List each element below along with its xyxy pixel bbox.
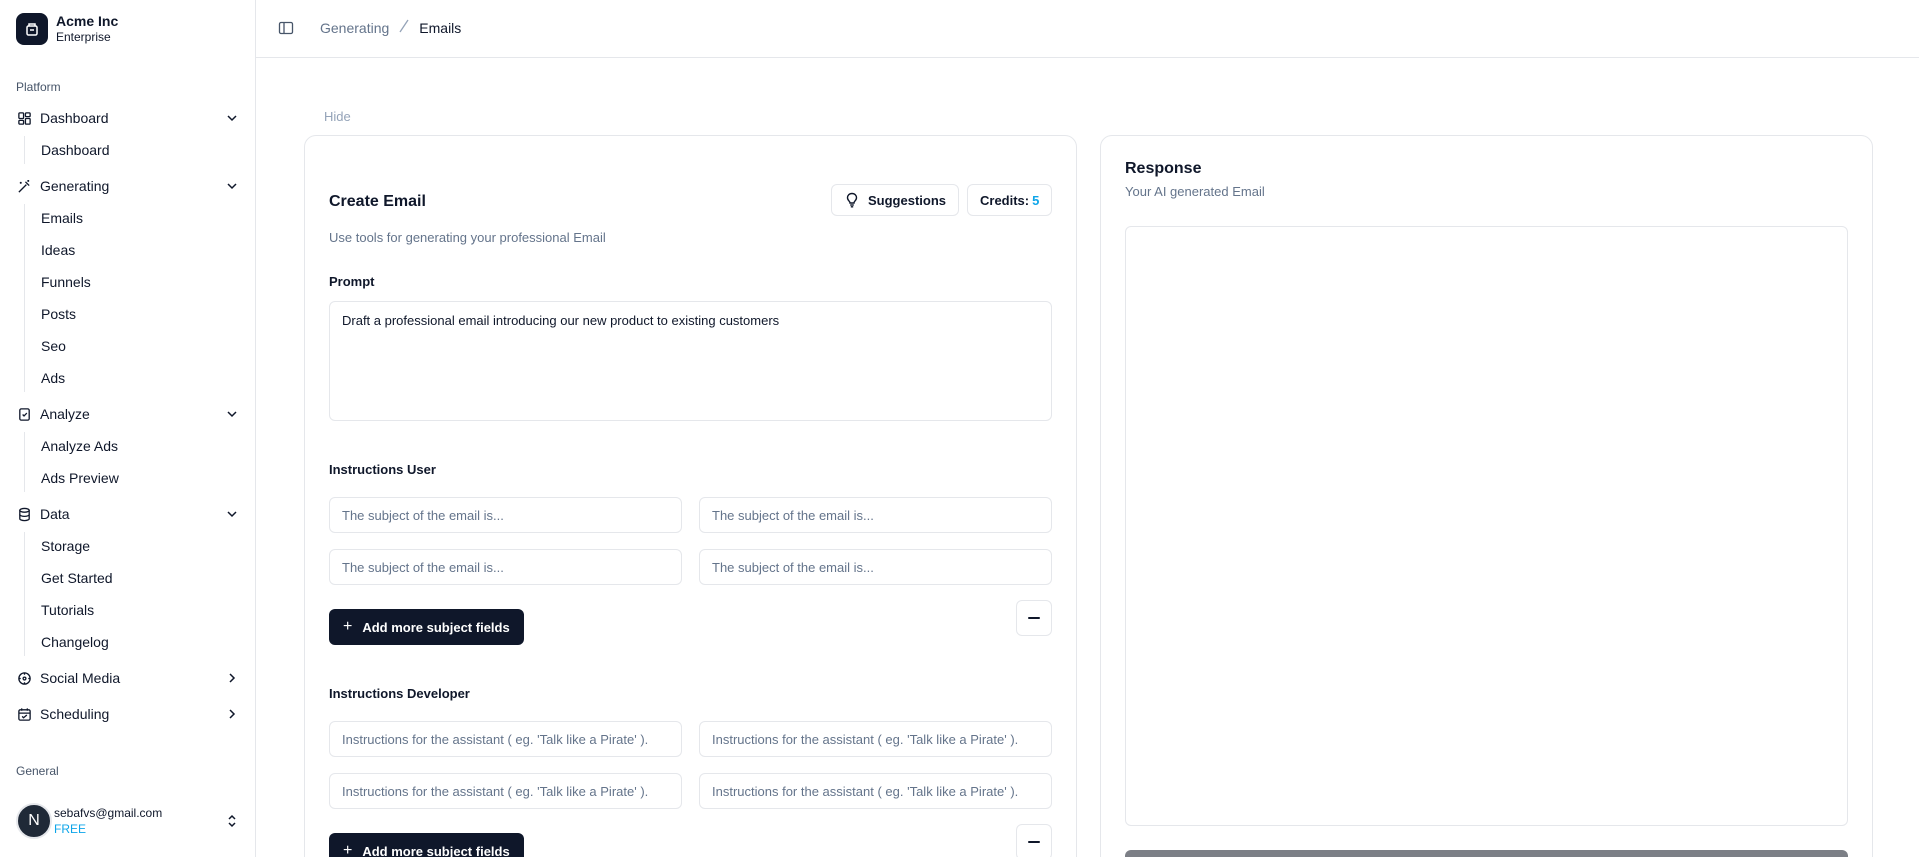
submenu-rail: [24, 532, 25, 656]
subject-input[interactable]: The subject of the email is...: [699, 549, 1052, 585]
sidebar-item-dashboard[interactable]: Dashboard: [41, 140, 110, 160]
remove-subject-fields-button[interactable]: [1016, 600, 1052, 636]
sidebar-item-funnels[interactable]: Funnels: [41, 272, 91, 292]
sidebar-item-posts[interactable]: Posts: [41, 304, 76, 324]
sidebar-item-emails[interactable]: Emails: [41, 208, 83, 228]
user-plan-badge: FREE: [54, 822, 87, 836]
hide-toggle[interactable]: Hide: [324, 109, 351, 124]
magic-wand-icon: [16, 178, 32, 194]
chevron-right-icon: [229, 673, 236, 683]
nav-group-generating[interactable]: Generating: [16, 173, 240, 199]
sidebar-item-tutorials[interactable]: Tutorials: [41, 600, 94, 620]
nav-group-label: Analyze: [40, 406, 90, 422]
submenu-rail: [24, 432, 25, 492]
chevron-down-icon: [227, 511, 237, 518]
sidebar-toggle-icon[interactable]: [278, 20, 294, 36]
chevron-right-icon: [229, 709, 236, 719]
create-email-subtitle: Use tools for generating your profession…: [329, 230, 606, 245]
developer-instruction-input[interactable]: Instructions for the assistant ( eg. 'Ta…: [699, 773, 1052, 809]
brand-name: Acme Inc: [56, 13, 119, 29]
developer-instruction-input[interactable]: Instructions for the assistant ( eg. 'Ta…: [699, 721, 1052, 757]
instructions-developer-label: Instructions Developer: [329, 686, 470, 701]
top-header: Generating Emails: [256, 0, 1919, 58]
credits-label: Credits:: [980, 192, 1030, 208]
general-section-label: General: [16, 764, 59, 778]
nav-group-label: Scheduling: [40, 706, 110, 722]
sidebar-item-seo[interactable]: Seo: [41, 336, 66, 356]
minus-icon: [1028, 841, 1040, 843]
sidebar-item-analyze-ads[interactable]: Analyze Ads: [41, 436, 118, 456]
sidebar: Acme Inc Enterprise Platform Dashboard D…: [0, 0, 256, 857]
sidebar-item-storage[interactable]: Storage: [41, 536, 90, 556]
nav-group-social-media[interactable]: Social Media: [16, 665, 240, 691]
add-subject-fields-button[interactable]: + Add more subject fields: [329, 609, 524, 645]
brand-switcher[interactable]: Acme Inc Enterprise: [16, 13, 118, 45]
chevron-down-icon: [227, 183, 237, 190]
nav-group-analyze[interactable]: Analyze: [16, 401, 240, 427]
chevrons-up-down-icon: [228, 814, 236, 828]
minus-icon: [1028, 617, 1040, 619]
sidebar-item-ads[interactable]: Ads: [41, 368, 65, 388]
layout-grid-icon: [16, 110, 32, 126]
chevron-down-icon: [227, 115, 237, 122]
prompt-textarea[interactable]: Draft a professional email introducing o…: [329, 301, 1052, 421]
lightbulb-icon: [846, 192, 858, 208]
add-subject-fields-label: Add more subject fields: [362, 619, 510, 635]
suggestions-button[interactable]: Suggestions: [831, 184, 960, 216]
plus-icon: +: [343, 618, 353, 635]
submenu-rail: [24, 136, 25, 164]
instructions-user-label: Instructions User: [329, 462, 436, 477]
developer-instruction-input[interactable]: Instructions for the assistant ( eg. 'Ta…: [329, 721, 682, 757]
database-icon: [16, 506, 32, 522]
response-output[interactable]: [1125, 226, 1848, 826]
breadcrumb-parent[interactable]: Generating: [320, 20, 389, 36]
create-email-title: Create Email: [329, 193, 426, 210]
plus-icon: +: [343, 842, 353, 857]
response-subtitle: Your AI generated Email: [1125, 184, 1265, 199]
subject-input[interactable]: The subject of the email is...: [329, 549, 682, 585]
share-icon: [16, 670, 32, 686]
response-title: Response: [1125, 160, 1202, 177]
nav-group-dashboard[interactable]: Dashboard: [16, 105, 240, 131]
clipboard-check-icon: [16, 406, 32, 422]
sidebar-item-changelog[interactable]: Changelog: [41, 632, 109, 652]
generate-button[interactable]: [1125, 850, 1848, 857]
calendar-check-icon: [16, 706, 32, 722]
sidebar-item-ads-preview[interactable]: Ads Preview: [41, 468, 119, 488]
subject-input[interactable]: The subject of the email is...: [699, 497, 1052, 533]
chevron-down-icon: [227, 411, 237, 418]
nav-group-label: Social Media: [40, 670, 121, 686]
nav-group-label: Generating: [40, 178, 110, 194]
brand-plan: Enterprise: [56, 30, 111, 44]
nav-group-scheduling[interactable]: Scheduling: [16, 701, 240, 727]
credits-value: 5: [1032, 192, 1040, 208]
prompt-label: Prompt: [329, 274, 375, 289]
suggestions-label: Suggestions: [868, 192, 947, 208]
sidebar-item-get-started[interactable]: Get Started: [41, 568, 113, 588]
user-menu[interactable]: N sebafvs@gmail.com FREE: [16, 803, 240, 839]
breadcrumb-separator-icon: [398, 19, 410, 36]
add-developer-fields-label: Add more subject fields: [362, 843, 510, 857]
submenu-rail: [24, 204, 25, 392]
avatar: N: [16, 803, 52, 839]
brand-logo-icon: [16, 13, 48, 45]
user-email: sebafvs@gmail.com: [54, 806, 163, 820]
add-developer-fields-button[interactable]: + Add more subject fields: [329, 833, 524, 857]
sidebar-item-ideas[interactable]: Ideas: [41, 240, 75, 260]
breadcrumb-current: Emails: [419, 19, 462, 36]
remove-developer-fields-button[interactable]: [1016, 824, 1052, 857]
credits-badge: Credits: 5: [967, 184, 1053, 216]
nav-group-data[interactable]: Data: [16, 501, 240, 527]
nav-group-label: Data: [40, 506, 70, 522]
subject-input[interactable]: The subject of the email is...: [329, 497, 682, 533]
developer-instruction-input[interactable]: Instructions for the assistant ( eg. 'Ta…: [329, 773, 682, 809]
response-card: Response Your AI generated Email: [1100, 135, 1873, 857]
create-email-card: Create Email Suggestions Credits: 5 Use …: [304, 135, 1077, 857]
platform-section-label: Platform: [16, 80, 61, 94]
breadcrumb: Generating Emails: [320, 19, 461, 36]
nav-group-label: Dashboard: [40, 110, 109, 126]
